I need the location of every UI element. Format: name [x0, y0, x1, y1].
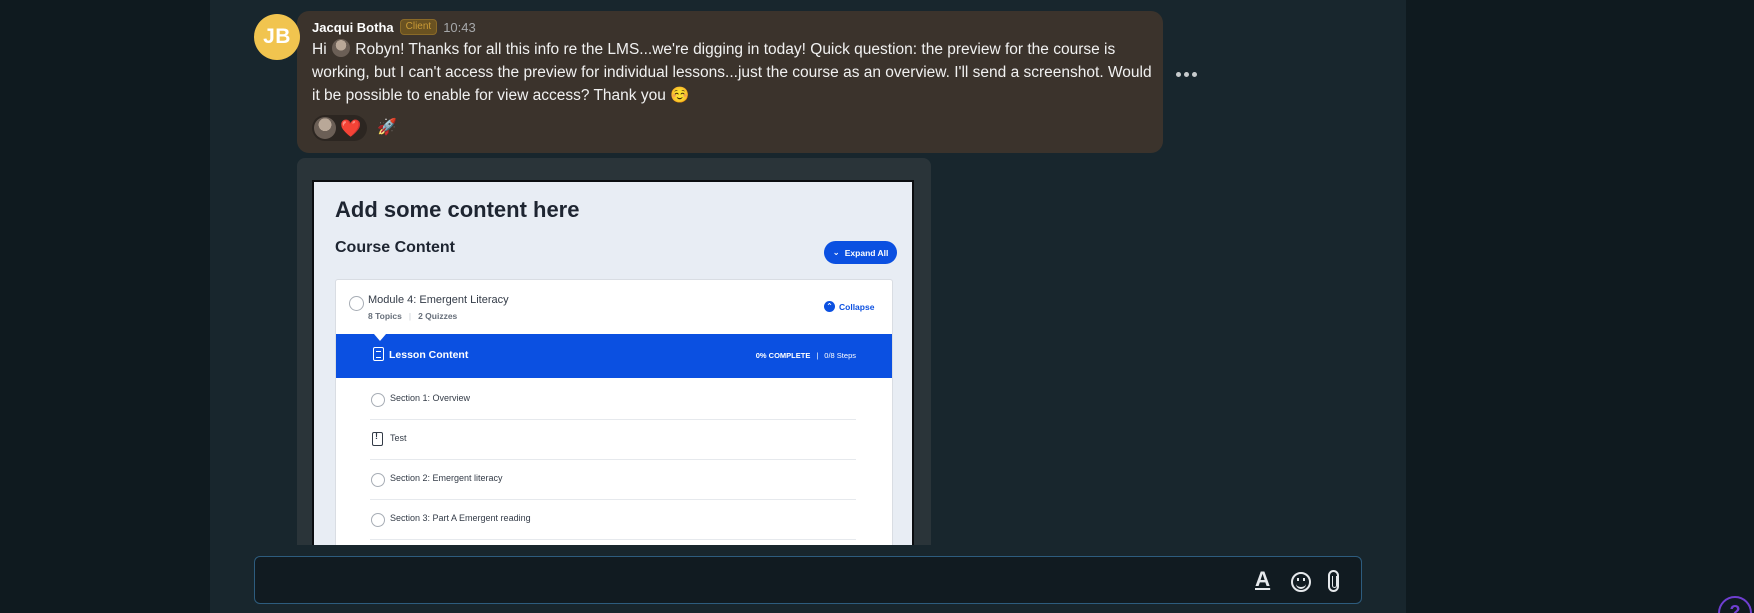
collapse-label: Collapse: [839, 301, 875, 312]
lesson-notch: [374, 334, 386, 341]
message-time: 10:43: [443, 19, 476, 35]
document-icon: [373, 347, 384, 361]
left-sidebar-background: [0, 0, 210, 613]
message-composer[interactable]: A: [254, 556, 1362, 604]
lesson-header: Lesson Content 0% COMPLETE | 0/8 Steps: [336, 334, 892, 378]
lesson-progress: 0% COMPLETE | 0/8 Steps: [756, 351, 856, 360]
lesson-title: Lesson Content: [389, 349, 469, 361]
circle-icon: [371, 513, 385, 527]
message-greeting: Hi: [312, 41, 327, 58]
list-item-label: Section 3: Part A Emergent reading: [390, 513, 531, 523]
message-text: Hi Robyn! Thanks for all this info re th…: [312, 38, 1152, 107]
rocket-icon[interactable]: 🚀: [373, 120, 397, 136]
attachment-screenshot: Add some content here Course Content ⌄ E…: [312, 180, 914, 545]
avatar[interactable]: JB: [254, 14, 300, 60]
more-options-icon[interactable]: [1176, 72, 1197, 77]
collapse-button: ⌃ Collapse: [824, 301, 874, 312]
list-item: Section 1: Overview: [370, 380, 856, 420]
message-meta: Jacqui Botha Client 10:43: [312, 19, 476, 35]
list-item: Section 2: Emergent literacy: [370, 460, 856, 500]
role-badge: Client: [399, 19, 438, 35]
progress-separator: |: [816, 351, 819, 360]
module-card: Module 4: Emergent Literacy 8 Topics | 2…: [335, 279, 893, 545]
module-status-icon: [349, 296, 364, 311]
emoji-icon[interactable]: [1291, 572, 1311, 592]
circle-icon: [371, 393, 385, 407]
stats-separator: |: [408, 311, 412, 321]
expand-all-button: ⌄ Expand All: [824, 241, 897, 264]
lesson-complete: 0% COMPLETE: [755, 351, 811, 360]
reaction-heart[interactable]: ❤️: [312, 115, 368, 141]
quiz-icon: [372, 431, 383, 446]
right-panel-background: [1406, 0, 1754, 613]
reactor-avatar: [314, 117, 336, 139]
module-quizzes: 2 Quizzes: [418, 311, 458, 321]
screenshot-heading: Add some content here: [335, 197, 580, 222]
lesson-steps: 0/8 Steps: [824, 351, 856, 360]
image-attachment[interactable]: Add some content here Course Content ⌄ E…: [297, 158, 931, 545]
list-item: Section 3: Part A Emergent reading: [370, 500, 856, 540]
circle-icon: [371, 473, 385, 487]
chevron-up-icon: ⌃: [824, 301, 835, 312]
reactions: ❤️ 🚀: [312, 115, 397, 141]
list-item-label: Test: [390, 433, 407, 443]
text-format-icon[interactable]: A: [1255, 569, 1270, 591]
list-item-label: Section 2: Emergent literacy: [390, 473, 503, 483]
module-stats: 8 Topics | 2 Quizzes: [368, 311, 457, 321]
module-title: Module 4: Emergent Literacy: [368, 294, 509, 306]
heart-icon: ❤️: [340, 118, 362, 138]
mention-avatar-icon: [331, 39, 350, 57]
list-item-label: Section 1: Overview: [390, 393, 471, 403]
author-name[interactable]: Jacqui Botha: [312, 20, 394, 35]
message-body: Robyn! Thanks for all this info re the L…: [312, 41, 1152, 104]
chevron-down-icon: ⌄: [832, 247, 840, 257]
course-content-title: Course Content: [335, 239, 455, 256]
paperclip-icon[interactable]: [1328, 570, 1339, 592]
module-topics: 8 Topics: [368, 311, 402, 321]
list-item: Test: [370, 420, 856, 460]
expand-all-label: Expand All: [844, 247, 889, 258]
